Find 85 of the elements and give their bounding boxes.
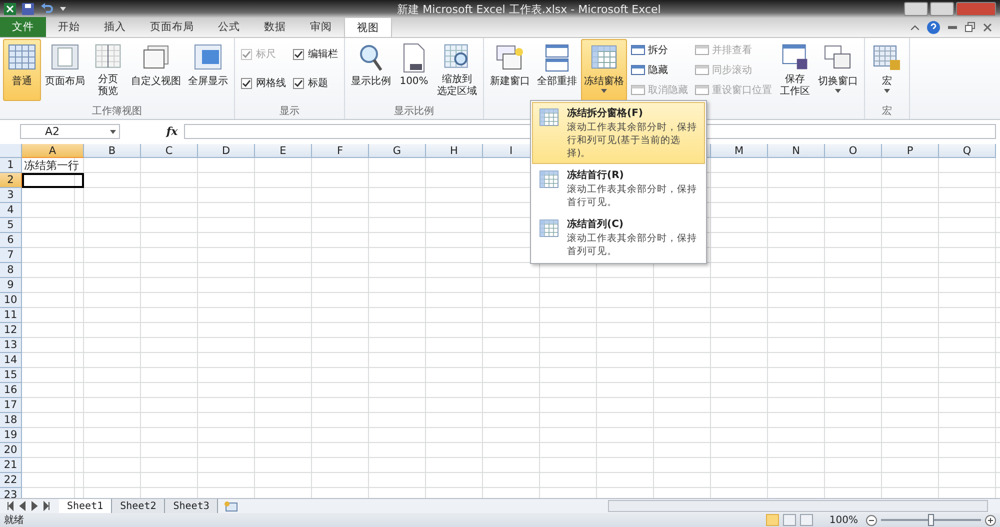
- row-header[interactable]: 11: [0, 308, 22, 323]
- ribbon-button[interactable]: 切换窗口: [815, 39, 861, 101]
- ribbon-tab[interactable]: 公式: [206, 17, 252, 37]
- row-header[interactable]: 19: [0, 428, 22, 443]
- sheet-tab[interactable]: Sheet3: [165, 498, 218, 514]
- table-cell-text: 冻结第一行: [23, 158, 80, 173]
- row-header[interactable]: 20: [0, 443, 22, 458]
- row-header[interactable]: 6: [0, 233, 22, 248]
- menu-item[interactable]: 冻结拆分窗格(F) 滚动工作表其余部分时，保持行和列可见(基于当前的选择)。: [532, 102, 705, 164]
- ribbon-button[interactable]: 自定义视图: [128, 39, 184, 101]
- row-header[interactable]: 23: [0, 488, 22, 498]
- row-header[interactable]: 15: [0, 368, 22, 383]
- ribbon-button[interactable]: 缩放到 选定区域: [434, 39, 480, 101]
- column-header[interactable]: O: [825, 144, 882, 158]
- ribbon-tab[interactable]: 数据: [252, 17, 298, 37]
- column-header[interactable]: C: [141, 144, 198, 158]
- checkbox-option[interactable]: 编辑栏: [293, 41, 338, 67]
- ribbon-button[interactable]: 新建窗口: [487, 39, 533, 101]
- column-header[interactable]: N: [768, 144, 825, 158]
- column-header[interactable]: M: [711, 144, 768, 158]
- ribbon-button[interactable]: 分页 预览: [89, 39, 127, 101]
- ribbon-tab[interactable]: 开始: [46, 17, 92, 37]
- column-header[interactable]: H: [426, 144, 483, 158]
- sheet-tab[interactable]: Sheet2: [112, 498, 166, 514]
- row-header[interactable]: 9: [0, 278, 22, 293]
- checkbox-option[interactable]: 网格线: [241, 70, 286, 96]
- column-header[interactable]: B: [84, 144, 141, 158]
- row-header[interactable]: 5: [0, 218, 22, 233]
- ribbon-tab[interactable]: 审阅: [298, 17, 344, 37]
- insert-function-button[interactable]: fx: [164, 125, 180, 138]
- group-label: 显示比例: [393, 104, 435, 119]
- row-header[interactable]: 4: [0, 203, 22, 218]
- checkbox-option[interactable]: 标题: [293, 70, 338, 96]
- row-header[interactable]: 8: [0, 263, 22, 278]
- column-header[interactable]: F: [312, 144, 369, 158]
- column-header[interactable]: A: [22, 144, 84, 158]
- ribbon-button[interactable]: 保存 工作区: [776, 39, 814, 101]
- ribbon-button[interactable]: 100%: [395, 39, 433, 101]
- row-header[interactable]: 10: [0, 293, 22, 308]
- ribbon-button[interactable]: 显示比例: [348, 39, 394, 101]
- menu-item[interactable]: 冻结首列(C) 滚动工作表其余部分时，保持首列可见。: [532, 213, 705, 262]
- row-header[interactable]: 22: [0, 473, 22, 488]
- ribbon-tab[interactable]: 插入: [92, 17, 138, 37]
- column-header[interactable]: E: [255, 144, 312, 158]
- group-label: 宏: [881, 104, 893, 119]
- menu-item-description: 滚动工作表其余部分时，保持行和列可见(基于当前的选择)。: [567, 121, 698, 160]
- zoom-level: 100%: [829, 514, 858, 526]
- row-header[interactable]: 7: [0, 248, 22, 263]
- group-label: 显示: [278, 105, 300, 119]
- row-header[interactable]: 18: [0, 413, 22, 428]
- ribbon-button[interactable]: 页面布局: [42, 39, 88, 101]
- group-label: 工作簿视图: [91, 104, 143, 119]
- ribbon-button[interactable]: 冻结窗格: [581, 39, 627, 101]
- column-header[interactable]: G: [369, 144, 426, 158]
- row-header[interactable]: 17: [0, 398, 22, 413]
- row-header[interactable]: 12: [0, 323, 22, 338]
- ribbon-button[interactable]: 宏: [868, 39, 906, 101]
- menu-item-title: 冻结首列(C): [567, 218, 624, 231]
- menu-item-description: 滚动工作表其余部分时，保持首列可见。: [567, 232, 698, 258]
- status-text: 就绪: [4, 514, 24, 527]
- ribbon-button[interactable]: 拆分: [631, 41, 688, 58]
- row-header[interactable]: 1: [0, 158, 22, 173]
- row-header[interactable]: 14: [0, 353, 22, 368]
- menu-item-description: 滚动工作表其余部分时，保持首行可见。: [567, 183, 698, 209]
- ribbon-button[interactable]: 全部重排: [534, 39, 580, 101]
- file-tab[interactable]: 文件: [0, 17, 46, 37]
- column-header[interactable]: P: [882, 144, 939, 158]
- menu-item[interactable]: 冻结首行(R) 滚动工作表其余部分时，保持首行可见。: [532, 164, 705, 213]
- ribbon-tab[interactable]: 视图: [344, 17, 392, 37]
- window-title: 新建 Microsoft Excel 工作表.xlsx - Microsoft Excel: [397, 2, 661, 16]
- sheet-tab[interactable]: Sheet1: [59, 498, 112, 514]
- menu-item-title: 冻结首行(R): [567, 168, 625, 182]
- ribbon-button[interactable]: 全屏显示: [185, 39, 231, 101]
- name-box[interactable]: A2: [20, 124, 120, 139]
- ribbon-button[interactable]: 普通: [3, 39, 41, 101]
- column-header[interactable]: D: [198, 144, 255, 158]
- row-header[interactable]: 21: [0, 458, 22, 473]
- row-header[interactable]: 13: [0, 338, 22, 353]
- ribbon-button[interactable]: 隐藏: [631, 61, 688, 78]
- column-header[interactable]: Q: [939, 144, 996, 158]
- row-header[interactable]: 16: [0, 383, 22, 398]
- menu-item-title: 冻结拆分窗格(F): [567, 106, 644, 120]
- row-header[interactable]: 2: [0, 173, 22, 188]
- row-header[interactable]: 3: [0, 188, 22, 203]
- ribbon-tab[interactable]: 页面布局: [138, 17, 206, 37]
